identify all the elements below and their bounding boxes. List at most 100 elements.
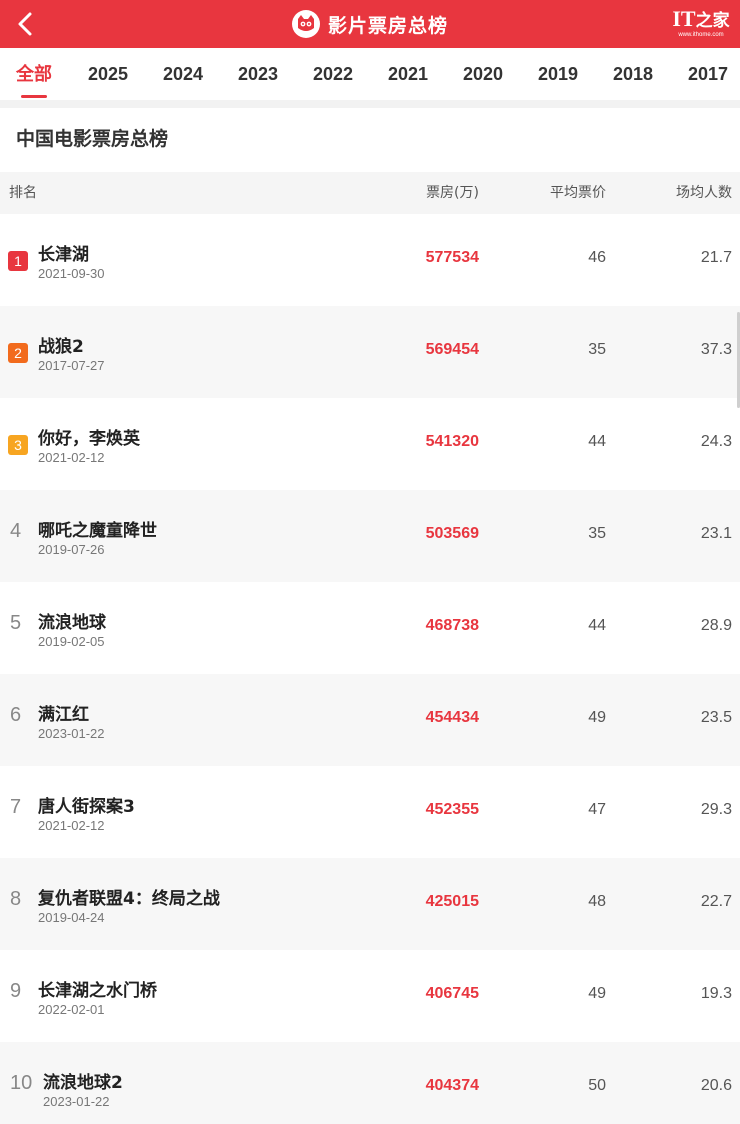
tab-label: 2024 bbox=[163, 64, 204, 84]
avg-price-value: 44 bbox=[588, 433, 606, 450]
ithome-logo-zh: 之家 bbox=[695, 11, 730, 31]
tab-label: 2018 bbox=[613, 64, 654, 84]
per-show-value: 24.3 bbox=[700, 433, 732, 450]
rank-number: 6 bbox=[10, 704, 22, 726]
table-row[interactable]: 9 长津湖之水门桥 2022-02-01 406745 49 19.3 bbox=[0, 950, 740, 1042]
tab-2023[interactable]: 2023 bbox=[238, 48, 278, 100]
avg-price-value: 49 bbox=[588, 985, 606, 1002]
movie-title: 战狼2 bbox=[38, 337, 84, 357]
rank-badge: 3 bbox=[8, 435, 28, 455]
table-row[interactable]: 1 长津湖 2021-09-30 577534 46 21.7 bbox=[0, 214, 740, 306]
boxoffice-value: 406745 bbox=[425, 985, 479, 1002]
release-date: 2017-07-27 bbox=[38, 358, 105, 373]
per-show-value: 19.3 bbox=[700, 985, 732, 1002]
boxoffice-value: 541320 bbox=[425, 433, 479, 450]
ithome-url: www.ithome.com bbox=[678, 32, 724, 38]
movie-title: 复仇者联盟4：终局之战 bbox=[38, 889, 220, 909]
rank-number: 5 bbox=[10, 612, 22, 634]
release-date: 2019-04-24 bbox=[38, 910, 105, 925]
boxoffice-value: 569454 bbox=[425, 341, 479, 358]
avg-price-value: 44 bbox=[588, 617, 606, 634]
column-header-rank: 排名 bbox=[9, 185, 37, 201]
active-tab-indicator bbox=[21, 95, 47, 98]
release-date: 2021-09-30 bbox=[38, 266, 105, 281]
avg-price-value: 47 bbox=[588, 801, 606, 818]
tab-label: 2020 bbox=[463, 64, 504, 84]
release-date: 2019-07-26 bbox=[38, 542, 105, 557]
rank-number: 7 bbox=[10, 796, 22, 818]
table-row[interactable]: 5 流浪地球 2019-02-05 468738 44 28.9 bbox=[0, 582, 740, 674]
boxoffice-value: 468738 bbox=[425, 617, 479, 634]
release-date: 2021-02-12 bbox=[38, 818, 105, 833]
rank-badge: 2 bbox=[8, 343, 28, 363]
tab-label: 2025 bbox=[88, 64, 129, 84]
avg-price-value: 48 bbox=[588, 893, 606, 910]
boxoffice-value: 425015 bbox=[425, 893, 479, 910]
boxoffice-value: 454434 bbox=[425, 709, 479, 726]
rank-number: 8 bbox=[10, 888, 22, 910]
per-show-value: 29.3 bbox=[700, 801, 732, 818]
boxoffice-value: 452355 bbox=[425, 801, 479, 818]
tab-2025[interactable]: 2025 bbox=[88, 48, 128, 100]
rank-number: 10 bbox=[10, 1072, 33, 1094]
table-row[interactable]: 2 战狼2 2017-07-27 569454 35 37.3 bbox=[0, 306, 740, 398]
top-bar: 影片票房总榜 IT之家 www.ithome.com bbox=[0, 0, 740, 48]
page-header: 影片票房总榜 bbox=[0, 0, 740, 48]
tab-2024[interactable]: 2024 bbox=[163, 48, 203, 100]
per-show-value: 23.1 bbox=[700, 525, 732, 542]
page-title: 影片票房总榜 bbox=[327, 14, 448, 37]
per-show-value: 23.5 bbox=[700, 709, 732, 726]
section-divider bbox=[0, 100, 740, 108]
tab-2020[interactable]: 2020 bbox=[463, 48, 503, 100]
tab-2018[interactable]: 2018 bbox=[613, 48, 653, 100]
release-date: 2022-02-01 bbox=[38, 1002, 105, 1017]
column-header-boxoffice[interactable]: 票房(万) bbox=[426, 172, 479, 214]
table-row[interactable]: 6 满江红 2023-01-22 454434 49 23.5 bbox=[0, 674, 740, 766]
tab-label: 2023 bbox=[238, 64, 279, 84]
movie-title: 长津湖 bbox=[38, 245, 89, 265]
release-date: 2021-02-12 bbox=[38, 450, 105, 465]
per-show-value: 22.7 bbox=[700, 893, 732, 910]
tab-label: 2021 bbox=[388, 64, 429, 84]
ithome-logo[interactable]: IT之家 www.ithome.com bbox=[672, 6, 730, 44]
tab-label: 2019 bbox=[538, 64, 579, 84]
per-show-value: 20.6 bbox=[700, 1077, 732, 1094]
boxoffice-value: 577534 bbox=[425, 249, 479, 266]
tab-2021[interactable]: 2021 bbox=[388, 48, 428, 100]
avg-price-value: 35 bbox=[588, 525, 606, 542]
table-header: 排名 票房(万) 平均票价 场均人数 bbox=[0, 172, 740, 214]
release-date: 2019-02-05 bbox=[38, 634, 105, 649]
boxoffice-value: 404374 bbox=[425, 1077, 479, 1094]
avg-price-value: 35 bbox=[588, 341, 606, 358]
tab-2022[interactable]: 2022 bbox=[313, 48, 353, 100]
per-show-value: 21.7 bbox=[700, 249, 732, 266]
release-date: 2023-01-22 bbox=[43, 1094, 110, 1109]
rank-badge: 1 bbox=[8, 251, 28, 271]
table-row[interactable]: 4 哪吒之魔童降世 2019-07-26 503569 35 23.1 bbox=[0, 490, 740, 582]
tab-all[interactable]: 全部 bbox=[16, 48, 52, 100]
back-arrow-icon[interactable] bbox=[10, 8, 42, 40]
section-title: 中国电影票房总榜 bbox=[16, 128, 169, 150]
year-tabs: 全部 2025 2024 2023 2022 2021 2020 2019 2018 2017 bbox=[0, 48, 740, 100]
tab-2019[interactable]: 2019 bbox=[538, 48, 578, 100]
per-show-value: 37.3 bbox=[700, 341, 732, 358]
boxoffice-value: 503569 bbox=[425, 525, 479, 542]
column-header-per-show[interactable]: 场均人数 bbox=[676, 172, 732, 214]
avg-price-value: 46 bbox=[588, 249, 606, 266]
tab-2017[interactable]: 2017 bbox=[688, 48, 728, 100]
tab-label: 2017 bbox=[688, 64, 729, 84]
movie-title: 满江红 bbox=[38, 705, 89, 725]
tab-label: 2022 bbox=[313, 64, 354, 84]
ranking-list: 1 长津湖 2021-09-30 577534 46 21.7 2 战狼2 2017-07-27… bbox=[0, 214, 740, 1124]
table-row[interactable]: 7 唐人街探案3 2021-02-12 452355 47 29.3 bbox=[0, 766, 740, 858]
ithome-logo-text: IT bbox=[672, 6, 696, 31]
avg-price-value: 49 bbox=[588, 709, 606, 726]
table-row[interactable]: 3 你好，李焕英 2021-02-12 541320 44 24.3 bbox=[0, 398, 740, 490]
movie-title: 流浪地球 bbox=[38, 613, 106, 633]
movie-title: 哪吒之魔童降世 bbox=[38, 521, 157, 541]
rank-number: 9 bbox=[10, 980, 22, 1002]
column-header-avg-price[interactable]: 平均票价 bbox=[550, 172, 606, 214]
table-row[interactable]: 10 流浪地球2 2023-01-22 404374 50 20.6 bbox=[0, 1042, 740, 1124]
movie-title: 流浪地球2 bbox=[43, 1073, 123, 1093]
table-row[interactable]: 8 复仇者联盟4：终局之战 2019-04-24 425015 48 22.7 bbox=[0, 858, 740, 950]
